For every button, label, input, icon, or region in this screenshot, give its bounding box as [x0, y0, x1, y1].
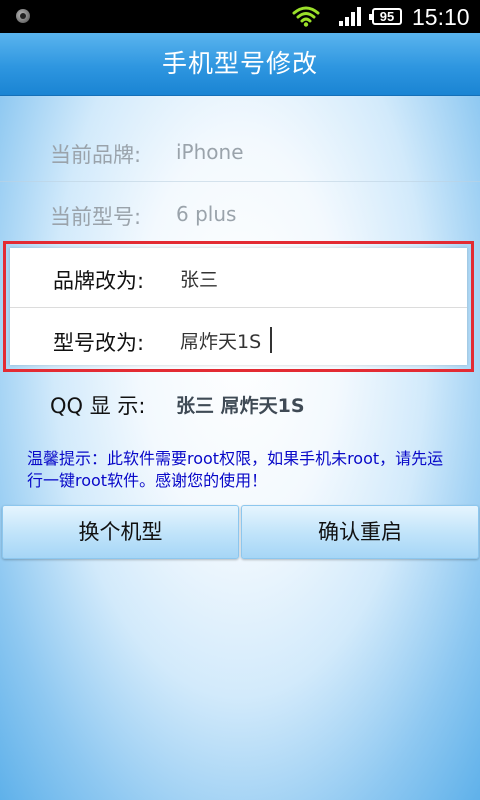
new-model-input[interactable] — [176, 320, 460, 360]
new-brand-input[interactable] — [176, 258, 460, 298]
confirm-restart-button[interactable]: 确认重启 — [241, 505, 479, 559]
tip-text: 温馨提示：此软件需要root权限，如果手机未root，请先运行一键root软件。… — [27, 449, 444, 490]
current-model-label: 当前型号: — [50, 205, 142, 229]
divider — [0, 181, 480, 182]
new-brand-label: 品牌改为: — [53, 269, 145, 293]
current-model-value: 6 plus — [176, 202, 237, 226]
status-bar: 95 15:10 — [0, 0, 480, 33]
current-brand-label: 当前品牌: — [50, 143, 142, 167]
wifi-icon — [292, 6, 320, 27]
battery-icon: 95 — [369, 8, 402, 25]
status-time: 15:10 — [412, 4, 470, 30]
battery-level: 95 — [379, 9, 395, 24]
signal-icon — [339, 7, 361, 26]
new-model-label: 型号改为: — [53, 331, 145, 355]
change-model-button[interactable]: 换个机型 — [2, 505, 239, 559]
page-title: 手机型号修改 — [161, 49, 318, 78]
text-cursor — [270, 327, 272, 353]
qq-display-value: 张三 屌炸天1S — [176, 395, 305, 417]
title-bar: 手机型号修改 — [0, 33, 480, 96]
edit-divider — [10, 307, 467, 308]
notification-dot-icon — [16, 9, 30, 23]
current-brand-value: iPhone — [176, 140, 244, 164]
qq-display-label: QQ 显 示: — [50, 394, 146, 418]
